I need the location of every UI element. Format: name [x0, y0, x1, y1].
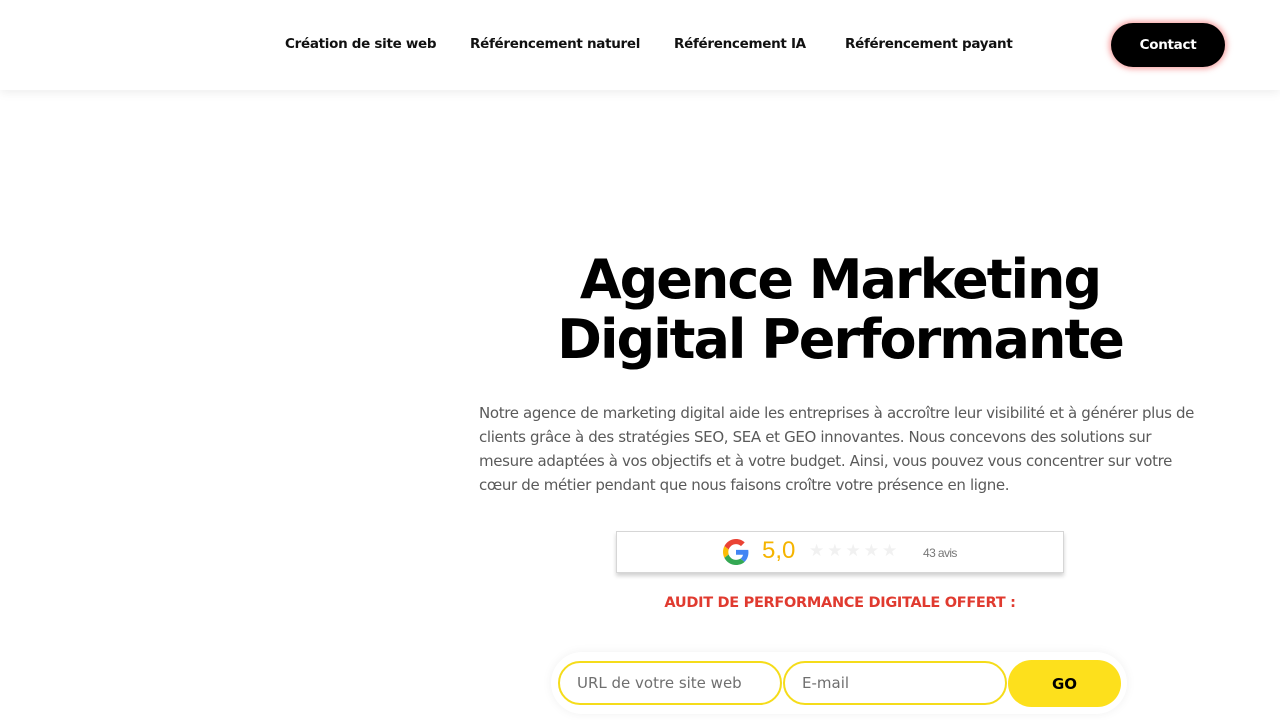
hero-description: Notre agence de marketing digital aide l…: [479, 404, 1195, 494]
site-url-input[interactable]: [558, 661, 782, 705]
rating-count: 43 avis: [923, 546, 957, 560]
star-icon: ★: [827, 541, 843, 560]
rating-score: 5,0: [762, 537, 796, 564]
nav-link-referencement-naturel[interactable]: Référencement naturel: [470, 36, 640, 52]
site-header: Création de site web Référencement natur…: [0, 0, 1280, 90]
rating-stars: ★ ★ ★ ★ ★: [809, 541, 897, 561]
google-g-icon: [723, 539, 749, 565]
star-icon: ★: [882, 541, 898, 560]
page-title-line-1: Agence Marketing: [579, 248, 1102, 311]
page-title: Agence Marketing Digital Performante: [460, 250, 1220, 370]
nav-link-creation-site-web[interactable]: Création de site web: [285, 36, 437, 52]
audit-form: GO: [551, 652, 1127, 714]
go-button[interactable]: GO: [1008, 660, 1121, 707]
contact-button[interactable]: Contact: [1111, 23, 1225, 67]
star-icon: ★: [845, 541, 861, 560]
nav-link-referencement-ia[interactable]: Référencement IA: [674, 36, 806, 52]
star-icon: ★: [809, 541, 825, 560]
audit-offer-label: AUDIT DE PERFORMANCE DIGITALE OFFERT :: [664, 595, 1016, 611]
nav-link-referencement-payant[interactable]: Référencement payant: [845, 36, 1013, 52]
star-icon: ★: [863, 541, 879, 560]
page-title-line-2: Digital Performante: [557, 308, 1125, 371]
google-rating-badge[interactable]: 5,0 ★ ★ ★ ★ ★ 43 avis: [616, 531, 1064, 573]
email-input[interactable]: [783, 661, 1007, 705]
